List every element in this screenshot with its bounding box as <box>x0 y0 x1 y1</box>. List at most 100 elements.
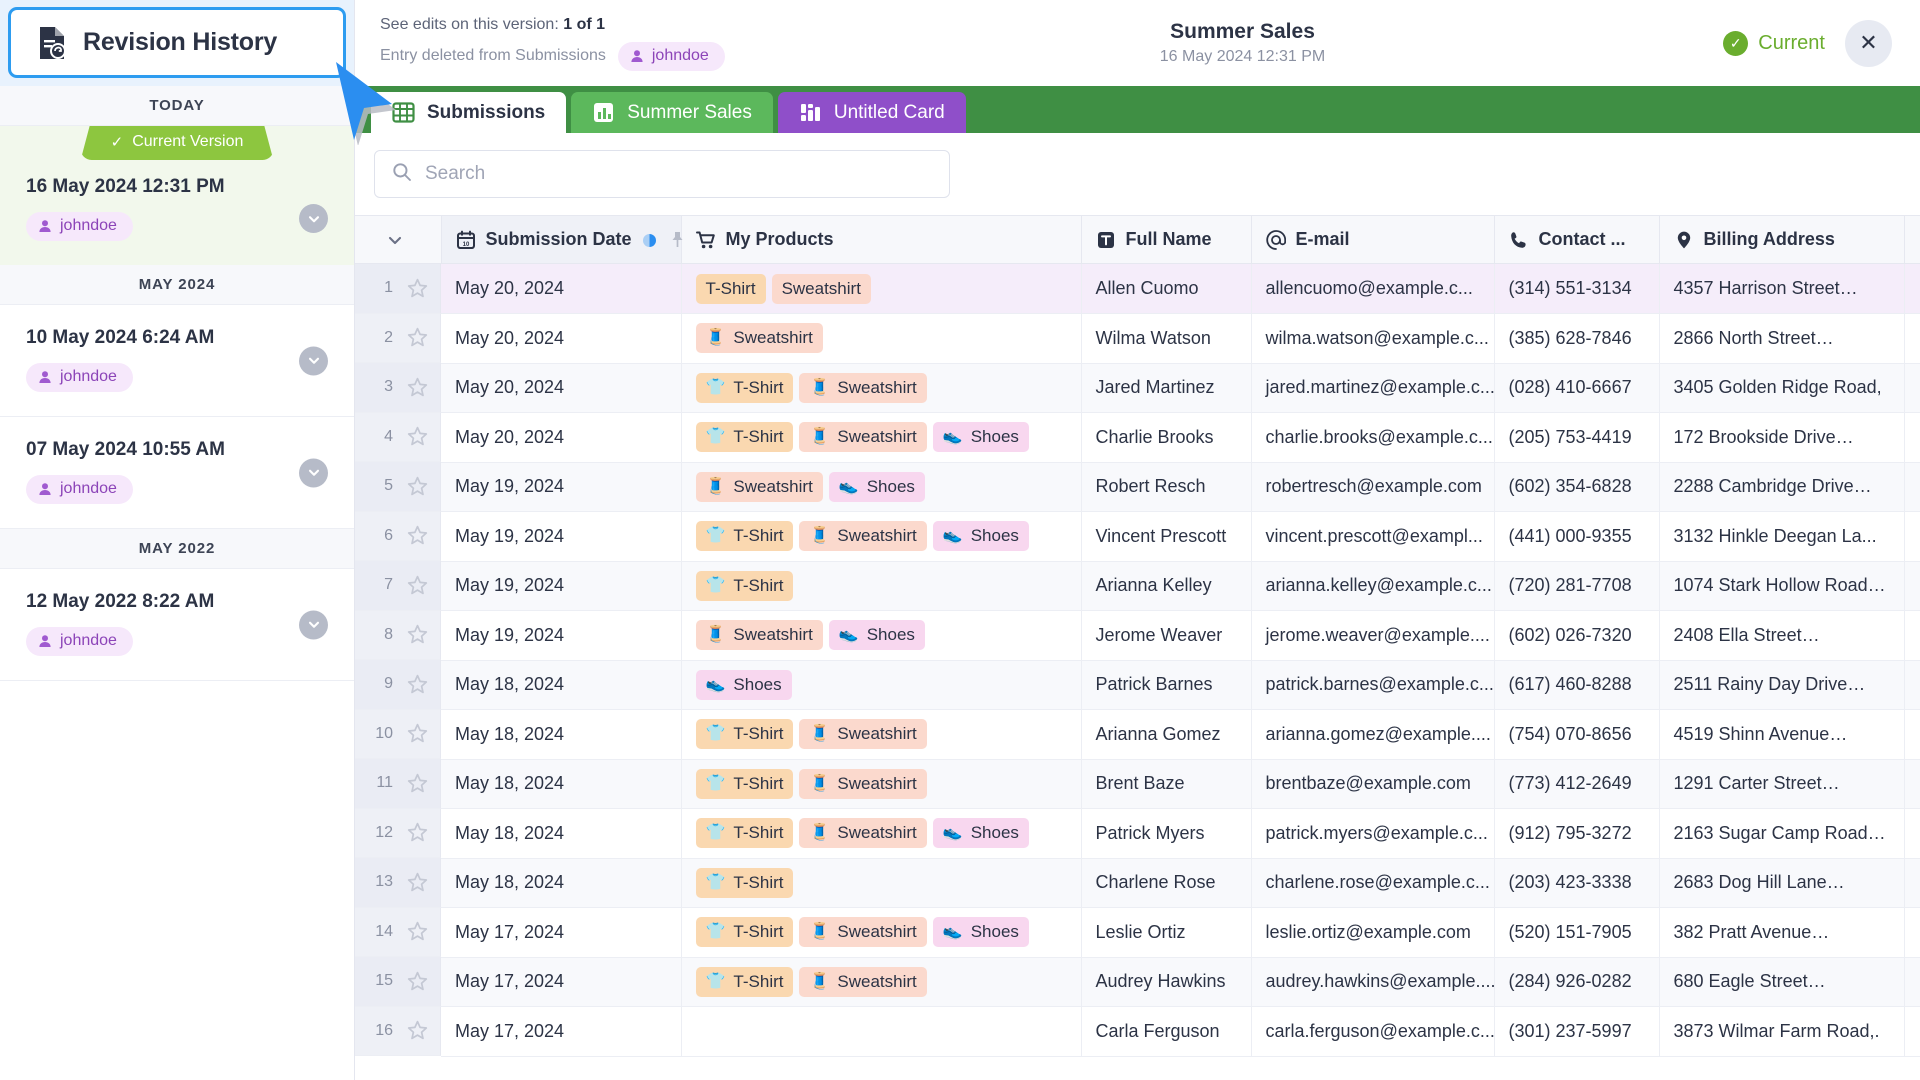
cell-submission-date[interactable]: May 17, 2024 <box>441 957 682 1007</box>
cell-email[interactable]: leslie.ortiz@example.com <box>1251 907 1495 958</box>
cell-full-name[interactable]: Carla Ferguson <box>1081 1006 1252 1057</box>
cell-my-products[interactable]: 👕 T-Shirt 🧵 Sweatshirt <box>681 709 1082 760</box>
column-header-billing-address[interactable]: Billing Address <box>1659 215 1905 264</box>
tab-submissions[interactable]: Submissions <box>371 92 567 133</box>
cell-email[interactable]: brentbaze@example.com <box>1251 759 1495 809</box>
favorite-star-icon[interactable] <box>407 971 428 992</box>
cell-contact[interactable]: (773) 412-2649 <box>1494 759 1660 809</box>
column-header-full-name[interactable]: Full Name <box>1081 215 1252 264</box>
cell-submission-date[interactable]: May 17, 2024 <box>441 1006 682 1057</box>
table-row[interactable]: 16 May 17, 2024 Carla Ferguson carla.fergus… <box>355 1006 1920 1057</box>
column-header-tag-icon[interactable] <box>1904 215 1920 264</box>
cell-billing-address[interactable]: 4357 Harrison Street… <box>1659 263 1905 314</box>
cell-my-products[interactable]: 👕 T-Shirt <box>681 858 1082 908</box>
revision-user-chip[interactable]: johndoe <box>26 475 133 504</box>
revision-user-chip[interactable]: johndoe <box>26 627 133 656</box>
favorite-star-icon[interactable] <box>407 624 428 645</box>
cell-full-name[interactable]: Jerome Weaver <box>1081 610 1252 661</box>
cell-next-column[interactable] <box>1904 363 1920 413</box>
cell-next-column[interactable] <box>1904 610 1920 661</box>
cell-full-name[interactable]: Patrick Myers <box>1081 808 1252 859</box>
cell-next-column[interactable] <box>1904 907 1920 958</box>
cell-contact[interactable]: (720) 281-7708 <box>1494 561 1660 611</box>
cell-next-column[interactable] <box>1904 263 1920 314</box>
favorite-star-icon[interactable] <box>407 872 428 893</box>
cell-billing-address[interactable]: 2511 Rainy Day Drive… <box>1659 660 1905 710</box>
cell-next-column[interactable] <box>1904 313 1920 364</box>
cell-full-name[interactable]: Vincent Prescott <box>1081 511 1252 562</box>
table-row[interactable]: 8 May 19, 2024 🧵 Sweatshirt 👟 Shoes Jerome Wea… <box>355 610 1920 661</box>
cell-submission-date[interactable]: May 19, 2024 <box>441 511 682 562</box>
pin-icon[interactable] <box>671 231 684 248</box>
cell-billing-address[interactable]: 1074 Stark Hollow Road… <box>1659 561 1905 611</box>
cell-submission-date[interactable]: May 18, 2024 <box>441 808 682 859</box>
cell-full-name[interactable]: Jared Martinez <box>1081 363 1252 413</box>
cell-contact[interactable]: (754) 070-8656 <box>1494 709 1660 760</box>
revision-user-chip[interactable]: johndoe <box>26 212 133 241</box>
column-header-my-products[interactable]: My Products <box>681 215 1082 264</box>
favorite-star-icon[interactable] <box>407 575 428 596</box>
cell-next-column[interactable] <box>1904 957 1920 1007</box>
cell-billing-address[interactable]: 1291 Carter Street… <box>1659 759 1905 809</box>
cell-full-name[interactable]: Arianna Kelley <box>1081 561 1252 611</box>
cell-my-products[interactable] <box>681 1006 1082 1057</box>
cell-next-column[interactable] <box>1904 511 1920 562</box>
table-row[interactable]: 15 May 17, 2024 👕 T-Shirt 🧵 Sweatshirt Audrey … <box>355 957 1920 1007</box>
cell-submission-date[interactable]: May 20, 2024 <box>441 263 682 314</box>
cell-contact[interactable]: (205) 753-4419 <box>1494 412 1660 463</box>
cell-submission-date[interactable]: May 20, 2024 <box>441 313 682 364</box>
column-header-submission-date[interactable]: 10 Submission Date <box>441 215 684 264</box>
favorite-star-icon[interactable] <box>407 921 428 942</box>
table-row[interactable]: 10 May 18, 2024 👕 T-Shirt 🧵 Sweatshirt Arianna… <box>355 709 1920 760</box>
cell-my-products[interactable]: 🧵 Sweatshirt 👟 Shoes <box>681 462 1082 512</box>
favorite-star-icon[interactable] <box>407 1020 428 1041</box>
cell-contact[interactable]: (301) 237-5997 <box>1494 1006 1660 1057</box>
cell-my-products[interactable]: T-Shirt Sweatshirt <box>681 263 1082 314</box>
table-row[interactable]: 6 May 19, 2024 👕 T-Shirt 🧵 Sweatshirt 👟 Shoes Vi… <box>355 511 1920 562</box>
cell-contact[interactable]: (284) 926-0282 <box>1494 957 1660 1007</box>
cell-full-name[interactable]: Charlie Brooks <box>1081 412 1252 463</box>
cell-billing-address[interactable]: 172 Brookside Drive… <box>1659 412 1905 463</box>
table-row[interactable]: 11 May 18, 2024 👕 T-Shirt 🧵 Sweatshirt Brent B… <box>355 759 1920 809</box>
cell-contact[interactable]: (617) 460-8288 <box>1494 660 1660 710</box>
revision-history-title-box[interactable]: Revision History <box>8 7 346 78</box>
favorite-star-icon[interactable] <box>407 377 428 398</box>
cell-next-column[interactable] <box>1904 709 1920 760</box>
cell-my-products[interactable]: 👕 T-Shirt 🧵 Sweatshirt <box>681 957 1082 1007</box>
cell-billing-address[interactable]: 2408 Ella Street… <box>1659 610 1905 661</box>
cell-full-name[interactable]: Robert Resch <box>1081 462 1252 512</box>
cell-submission-date[interactable]: May 19, 2024 <box>441 561 682 611</box>
cell-my-products[interactable]: 👕 T-Shirt 🧵 Sweatshirt 👟 Shoes <box>681 808 1082 859</box>
cell-contact[interactable]: (602) 354-6828 <box>1494 462 1660 512</box>
favorite-star-icon[interactable] <box>407 674 428 695</box>
cell-email[interactable]: robertresch@example.com <box>1251 462 1495 512</box>
cell-email[interactable]: jerome.weaver@example.... <box>1251 610 1495 661</box>
tab-untitled-card[interactable]: Untitled Card <box>777 92 966 133</box>
revision-user-chip[interactable]: johndoe <box>26 363 133 392</box>
revision-item[interactable]: ✓ Current Version 16 May 2024 12:31 PM john… <box>0 126 354 265</box>
cell-full-name[interactable]: Leslie Ortiz <box>1081 907 1252 958</box>
tab-summer-sales[interactable]: Summer Sales <box>571 92 773 133</box>
table-row[interactable]: 1 May 20, 2024 T-Shirt Sweatshirt Allen Cuom… <box>355 263 1920 314</box>
revision-item[interactable]: 12 May 2022 8:22 AM johndoe <box>0 569 354 681</box>
table-row[interactable]: 7 May 19, 2024 👕 T-Shirt Arianna Kelley arian… <box>355 561 1920 611</box>
expand-revision-button[interactable] <box>299 458 328 487</box>
cell-email[interactable]: arianna.kelley@example.c... <box>1251 561 1495 611</box>
cell-submission-date[interactable]: May 20, 2024 <box>441 363 682 413</box>
cell-email[interactable]: jared.martinez@example.c... <box>1251 363 1495 413</box>
cell-my-products[interactable]: 👕 T-Shirt 🧵 Sweatshirt <box>681 363 1082 413</box>
cell-email[interactable]: patrick.myers@example.c... <box>1251 808 1495 859</box>
cell-billing-address[interactable]: 2683 Dog Hill Lane… <box>1659 858 1905 908</box>
cell-full-name[interactable]: Wilma Watson <box>1081 313 1252 364</box>
cell-contact[interactable]: (602) 026-7320 <box>1494 610 1660 661</box>
cell-my-products[interactable]: 🧵 Sweatshirt 👟 Shoes <box>681 610 1082 661</box>
cell-email[interactable]: carla.ferguson@example.c... <box>1251 1006 1495 1057</box>
cell-submission-date[interactable]: May 17, 2024 <box>441 907 682 958</box>
cell-billing-address[interactable]: 3405 Golden Ridge Road, <box>1659 363 1905 413</box>
cell-billing-address[interactable]: 4519 Shinn Avenue… <box>1659 709 1905 760</box>
cell-my-products[interactable]: 👕 T-Shirt 🧵 Sweatshirt 👟 Shoes <box>681 907 1082 958</box>
cell-full-name[interactable]: Charlene Rose <box>1081 858 1252 908</box>
cell-next-column[interactable] <box>1904 561 1920 611</box>
expand-revision-button[interactable] <box>299 346 328 375</box>
cell-next-column[interactable] <box>1904 462 1920 512</box>
